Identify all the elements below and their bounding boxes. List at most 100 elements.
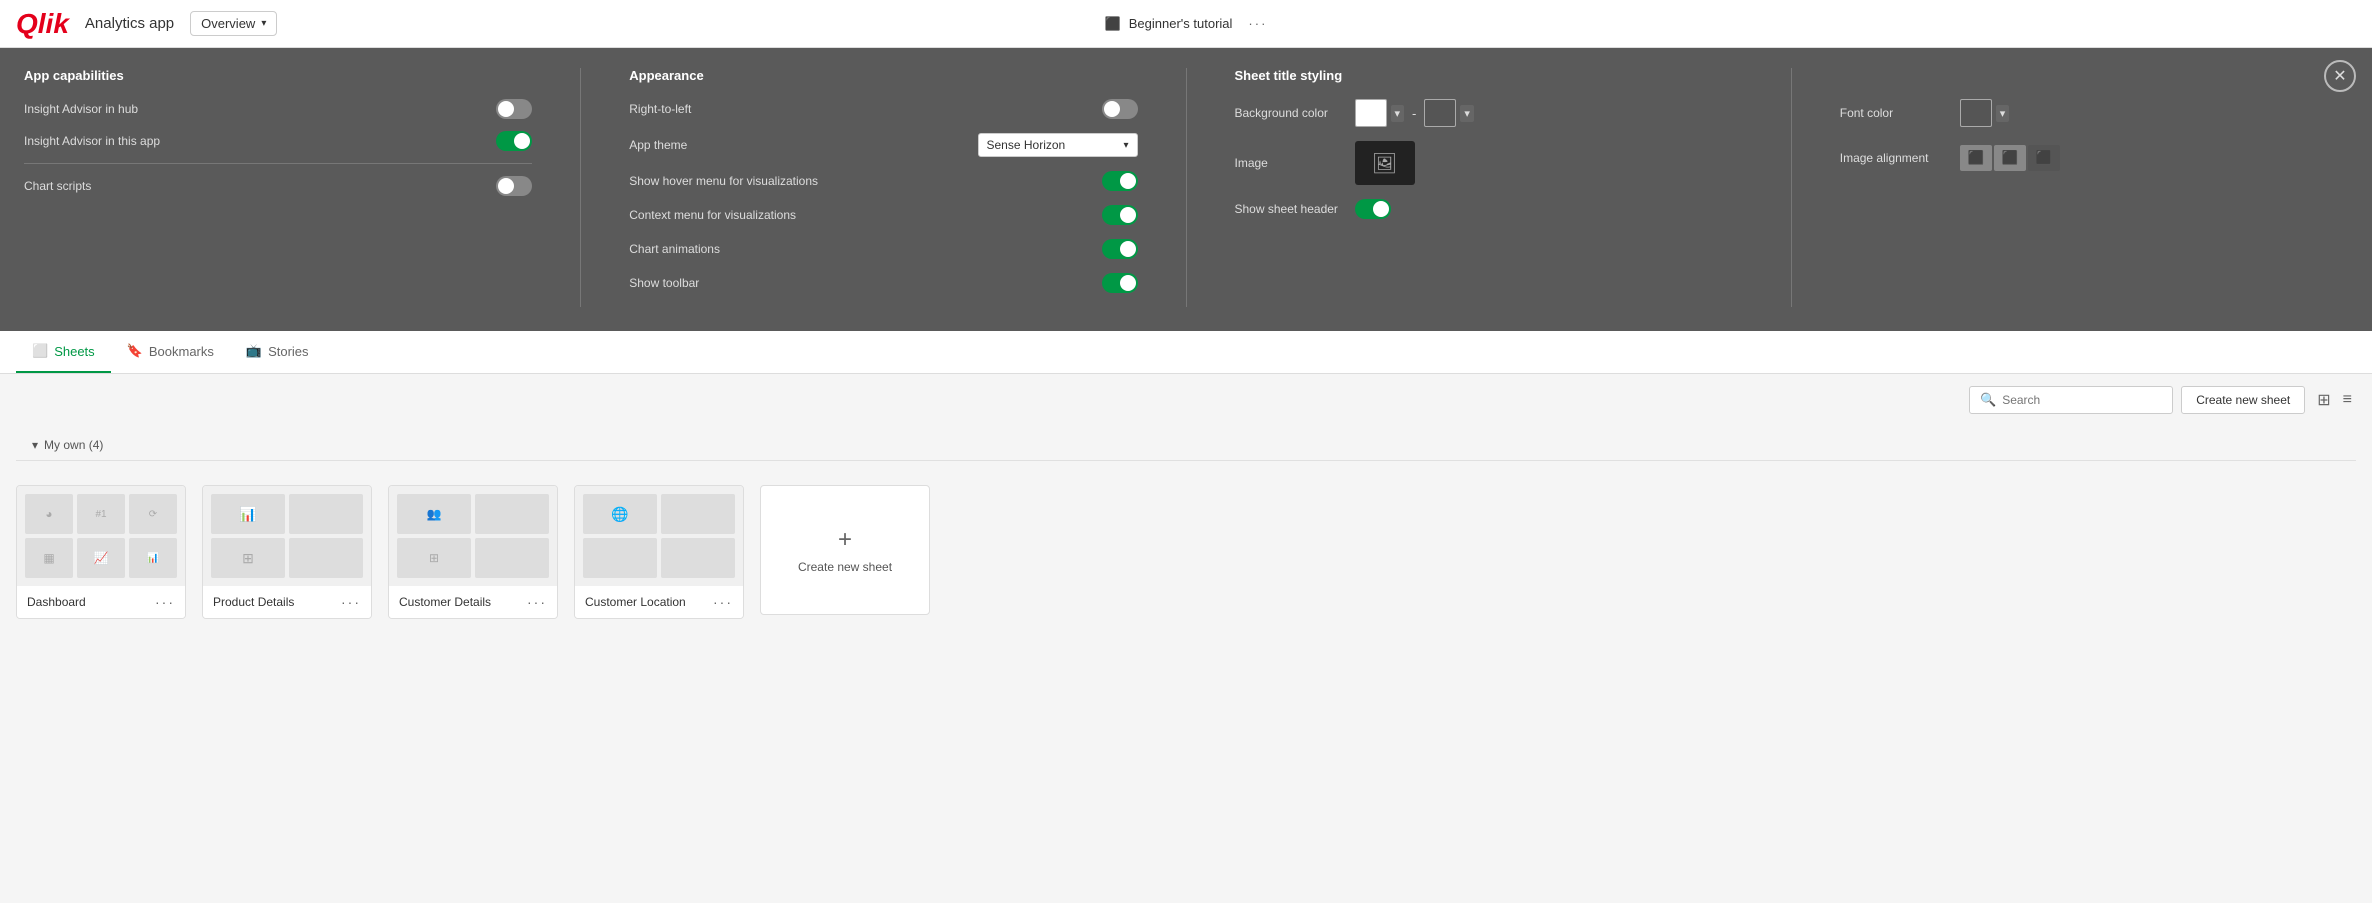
customer-cell-1: 👥 — [397, 494, 471, 534]
font-color-row: Font color ▾ — [1840, 99, 2348, 127]
insight-advisor-hub-toggle[interactable] — [496, 99, 532, 119]
sheets-icon: ⬜ — [32, 343, 48, 359]
tab-sheets[interactable]: ⬜ Sheets — [16, 331, 111, 373]
show-header-label: Show sheet header — [1235, 202, 1355, 216]
collapse-icon[interactable]: ▾ — [32, 438, 38, 452]
align-right-button[interactable]: ⬛ — [2028, 145, 2060, 171]
insight-advisor-app-label: Insight Advisor in this app — [24, 134, 160, 148]
dashboard-cell-4: ▦ — [25, 538, 73, 578]
location-cell-1: 🌐 — [583, 494, 657, 534]
sheet-title-title: Sheet title styling — [1235, 68, 1743, 83]
customer-location-preview: 🌐 — [575, 486, 743, 586]
color-drop-1[interactable]: ▾ — [1391, 105, 1405, 122]
product-details-more-icon[interactable]: ··· — [341, 594, 361, 610]
show-header-row: Show sheet header — [1235, 199, 1743, 219]
location-cell-3 — [583, 538, 657, 578]
image-icon: 🖼 — [1372, 151, 1397, 176]
appearance-title: Appearance — [629, 68, 1137, 83]
dashboard-cell-2: #1 — [77, 494, 125, 534]
sheets-label: Sheets — [54, 344, 94, 359]
product-details-footer: Product Details ··· — [203, 586, 371, 618]
bookmarks-label: Bookmarks — [149, 344, 214, 359]
customer-details-preview: 👥 ⊞ — [389, 486, 557, 586]
product-cell-2 — [289, 494, 363, 534]
tutorial-label[interactable]: Beginner's tutorial — [1129, 16, 1233, 31]
image-alignment-row: Image alignment ⬛ ⬛ ⬛ — [1840, 145, 2348, 171]
color-drop-2[interactable]: ▾ — [1460, 105, 1474, 122]
product-cell-3: ⊞ — [211, 538, 285, 578]
background-color-row: Background color ▾ - ▾ — [1235, 99, 1743, 127]
tab-bookmarks[interactable]: 🔖 Bookmarks — [111, 331, 230, 373]
font-color-drop[interactable]: ▾ — [1996, 105, 2010, 122]
context-menu-toggle[interactable] — [1102, 205, 1138, 225]
product-details-title: Product Details — [213, 595, 294, 609]
image-label: Image — [1235, 156, 1355, 170]
create-new-sheet-card[interactable]: + Create new sheet — [760, 485, 930, 615]
chart-scripts-row: Chart scripts — [24, 176, 532, 196]
my-own-label: My own (4) — [44, 438, 103, 452]
right-to-left-toggle[interactable] — [1102, 99, 1138, 119]
sheet-card-product-details[interactable]: 📊 ⊞ Product Details ··· — [202, 485, 372, 619]
chevron-down-icon: ▾ — [261, 18, 266, 29]
customer-details-title: Customer Details — [399, 595, 491, 609]
align-left-button[interactable]: ⬛ — [1960, 145, 1992, 171]
image-picker[interactable]: 🖼 — [1355, 141, 1415, 185]
color-box-dark[interactable] — [1424, 99, 1456, 127]
create-new-sheet-button[interactable]: Create new sheet — [2181, 386, 2305, 414]
product-details-preview: 📊 ⊞ — [203, 486, 371, 586]
appearance-section: Appearance Right-to-left App theme Sense… — [629, 68, 1137, 307]
background-color-picker[interactable]: ▾ - ▾ — [1355, 99, 1474, 127]
show-toolbar-toggle[interactable] — [1102, 273, 1138, 293]
image-row: Image 🖼 — [1235, 141, 1743, 185]
font-color-box[interactable] — [1960, 99, 1992, 127]
show-hover-menu-toggle[interactable] — [1102, 171, 1138, 191]
stories-icon: 📺 — [246, 343, 262, 359]
grid-view-button[interactable]: ⊞ — [2313, 388, 2334, 412]
more-options-icon[interactable]: ··· — [1248, 16, 1267, 31]
align-center-icon: ⬛ — [2001, 150, 2018, 166]
insight-advisor-hub-label: Insight Advisor in hub — [24, 102, 138, 116]
font-color-picker[interactable]: ▾ — [1960, 99, 2010, 127]
search-input[interactable] — [2002, 393, 2162, 407]
context-menu-row: Context menu for visualizations — [629, 205, 1137, 225]
sheet-card-customer-details[interactable]: 👥 ⊞ Customer Details ··· — [388, 485, 558, 619]
customer-details-more-icon[interactable]: ··· — [527, 594, 547, 610]
view-toggle-buttons: ⊞ ≡ — [2313, 388, 2356, 412]
dashboard-more-icon[interactable]: ··· — [155, 594, 175, 610]
customer-cell-4 — [475, 538, 549, 578]
dashboard-footer: Dashboard ··· — [17, 586, 185, 618]
chart-animations-label: Chart animations — [629, 242, 1101, 256]
divider-2 — [1186, 68, 1187, 307]
show-toolbar-row: Show toolbar — [629, 273, 1137, 293]
insight-advisor-app-toggle[interactable] — [496, 131, 532, 151]
app-theme-label: App theme — [629, 138, 977, 152]
sheet-card-dashboard[interactable]: ◕ #1 ⟳ ▦ 📈 📊 Dashboard ··· — [16, 485, 186, 619]
sheet-card-customer-location[interactable]: 🌐 Customer Location ··· — [574, 485, 744, 619]
search-icon: 🔍 — [1980, 392, 1996, 408]
customer-location-more-icon[interactable]: ··· — [713, 594, 733, 610]
bookmarks-icon: 🔖 — [127, 343, 143, 359]
bottom-nav: ⬜ Sheets 🔖 Bookmarks 📺 Stories — [0, 331, 2372, 374]
chart-animations-toggle[interactable] — [1102, 239, 1138, 259]
font-section: . Font color ▾ Image alignment ⬛ ⬛ ⬛ — [1840, 68, 2348, 307]
insight-advisor-app-row: Insight Advisor in this app — [24, 131, 532, 151]
overview-dropdown[interactable]: Overview ▾ — [190, 11, 277, 36]
header: Qlik Analytics app Overview ▾ ⬛ Beginner… — [0, 0, 2372, 48]
sheets-grid: ◕ #1 ⟳ ▦ 📈 📊 Dashboard ··· 📊 ⊞ Product D… — [0, 477, 2372, 643]
tab-stories[interactable]: 📺 Stories — [230, 331, 325, 373]
list-view-button[interactable]: ≡ — [2339, 388, 2356, 412]
close-button[interactable]: ✕ — [2324, 60, 2356, 92]
show-hover-menu-row: Show hover menu for visualizations — [629, 171, 1137, 191]
section-divider-line — [16, 460, 2356, 461]
insight-advisor-hub-row: Insight Advisor in hub — [24, 99, 532, 119]
overview-dropdown-label: Overview — [201, 16, 255, 31]
color-box-white[interactable] — [1355, 99, 1387, 127]
chart-scripts-toggle[interactable] — [496, 176, 532, 196]
context-menu-label: Context menu for visualizations — [629, 208, 1101, 222]
app-theme-dropdown[interactable]: Sense Horizon ▾ — [978, 133, 1138, 157]
align-center-button[interactable]: ⬛ — [1994, 145, 2026, 171]
dashboard-title: Dashboard — [27, 595, 86, 609]
show-header-toggle[interactable] — [1355, 199, 1391, 219]
location-cell-2 — [661, 494, 735, 534]
app-theme-value: Sense Horizon — [987, 138, 1066, 152]
